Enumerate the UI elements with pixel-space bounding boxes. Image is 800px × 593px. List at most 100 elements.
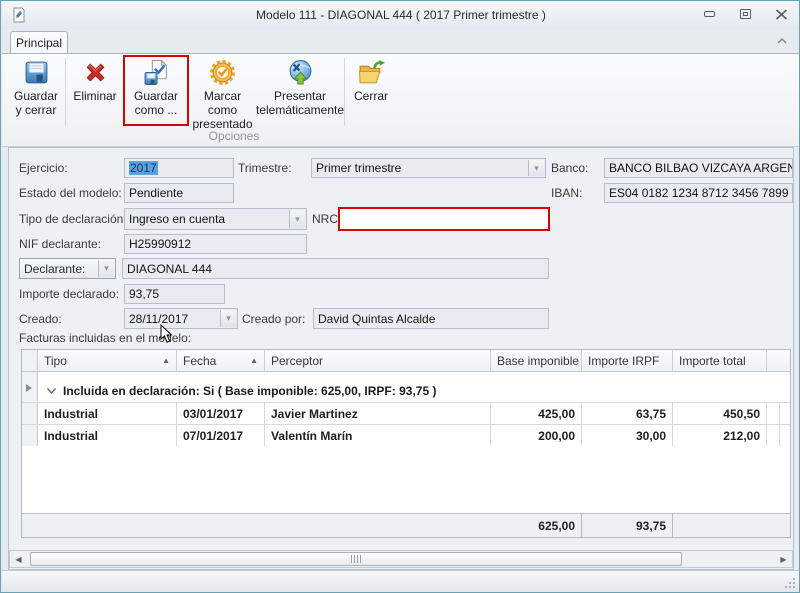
ejercicio-field[interactable]: 2017: [124, 158, 234, 178]
declarante-dropdown-button[interactable]: Declarante: ▾: [19, 258, 116, 279]
column-header-tipo[interactable]: Tipo ▲: [38, 350, 177, 371]
sort-ascending-icon: ▲: [158, 356, 170, 365]
cell-base-imponible: 425,00: [491, 403, 582, 424]
resize-grip-icon[interactable]: [783, 576, 796, 589]
presentar-telematicamente-button[interactable]: Presentar telemáticamente: [258, 56, 342, 126]
minimize-button[interactable]: [698, 5, 720, 23]
sort-ascending-icon: ▲: [246, 356, 258, 365]
column-header-importe-irpf[interactable]: Importe IRPF: [582, 350, 673, 371]
cell-importe-irpf: 30,00: [582, 425, 673, 446]
minimize-icon: [704, 11, 715, 17]
total-base-imponible: 625,00: [491, 514, 582, 537]
button-label: Cerrar: [354, 89, 388, 103]
importe-declarado-field[interactable]: 93,75: [124, 284, 225, 304]
invoice-row[interactable]: Industrial 07/01/2017 Valentín Marín 200…: [22, 424, 790, 446]
chevron-down-icon[interactable]: ▾: [98, 260, 114, 277]
column-label: Tipo: [44, 354, 67, 368]
delete-icon: [82, 59, 109, 89]
invoice-row[interactable]: Industrial 03/01/2017 Javier Martinez 42…: [22, 402, 790, 424]
cell-tipo: Industrial: [38, 403, 177, 424]
button-label: telemáticamente: [256, 103, 344, 117]
tab-principal[interactable]: Principal: [10, 31, 68, 53]
cell-fecha: 07/01/2017: [177, 425, 265, 446]
column-header-filler: [767, 350, 790, 371]
invoices-grid: Tipo ▲ Fecha ▲ Perceptor Base imponible …: [21, 349, 791, 538]
row-indicator: [22, 403, 38, 424]
scroll-right-icon[interactable]: ▶: [775, 551, 792, 567]
trimestre-label: Trimestre:: [238, 158, 292, 178]
mouse-cursor: [160, 324, 173, 344]
tipo-declaracion-combobox[interactable]: Ingreso en cuenta ▾: [124, 208, 307, 230]
chevron-down-icon[interactable]: ▾: [289, 210, 305, 228]
restore-button[interactable]: [734, 5, 756, 23]
button-label: Guardar: [134, 89, 178, 103]
scrollbar-track[interactable]: [27, 551, 775, 567]
estado-field[interactable]: Pendiente: [124, 183, 234, 203]
nif-declarante-field[interactable]: H25990912: [124, 234, 307, 254]
total-importe-irpf: 93,75: [582, 514, 673, 537]
grid-empty-area: [22, 446, 790, 513]
selected-text: 2017: [129, 161, 158, 175]
ribbon-separator: [344, 58, 345, 126]
estado-label: Estado del modelo:: [19, 183, 122, 203]
chevron-down-icon[interactable]: ▾: [528, 160, 544, 176]
cell-base-imponible: 200,00: [491, 425, 582, 446]
scrollbar-thumb[interactable]: [30, 552, 682, 566]
ribbon-tab-row: Principal: [2, 29, 800, 53]
column-header-perceptor[interactable]: Perceptor: [265, 350, 491, 371]
cerrar-button[interactable]: Cerrar: [347, 56, 395, 126]
nrc-input[interactable]: [338, 207, 550, 231]
guardar-y-cerrar-button[interactable]: Guardar y cerrar: [7, 56, 65, 126]
iban-label: IBAN:: [551, 183, 582, 203]
column-header-fecha[interactable]: Fecha ▲: [177, 350, 265, 371]
scroll-left-icon[interactable]: ◀: [10, 551, 27, 567]
group-row[interactable]: Incluida en declaración: Si ( Base impon…: [22, 372, 790, 402]
banco-label: Banco:: [551, 158, 588, 178]
button-label: Marcar como: [189, 89, 256, 117]
column-header-base-imponible[interactable]: Base imponible: [491, 350, 582, 371]
column-header-importe-total[interactable]: Importe total: [673, 350, 767, 371]
window-title: Modelo 111 - DIAGONAL 444 ( 2017 Primer …: [2, 8, 800, 22]
button-label: Eliminar: [73, 89, 116, 103]
creado-por-field[interactable]: David Quintas Alcalde: [313, 308, 549, 329]
creado-date-picker[interactable]: 28/11/2017 ▾: [124, 308, 238, 329]
nrc-label: NRC:: [312, 208, 341, 230]
row-indicator-header: [22, 350, 38, 371]
nif-declarante-label: NIF declarante:: [19, 234, 101, 254]
trimestre-combobox[interactable]: Primer trimestre ▾: [311, 158, 546, 178]
button-label: Declarante:: [24, 262, 85, 276]
marcar-como-presentado-button[interactable]: Marcar como presentado: [189, 56, 256, 126]
guardar-como-button[interactable]: Guardar como ...: [126, 56, 186, 126]
combo-value: Primer trimestre: [316, 161, 401, 175]
save-icon: [23, 59, 50, 89]
modelo-111-window: Modelo 111 - DIAGONAL 444 ( 2017 Primer …: [0, 0, 800, 593]
cell-tipo: Industrial: [38, 425, 177, 446]
importe-declarado-label: Importe declarado:: [19, 284, 119, 304]
close-button[interactable]: [770, 5, 792, 23]
button-label: Presentar: [274, 89, 326, 103]
eliminar-button[interactable]: Eliminar: [68, 56, 122, 126]
banco-field[interactable]: BANCO BILBAO VIZCAYA ARGENTARIA: [604, 158, 793, 178]
cell-importe-total: 212,00: [673, 425, 767, 446]
declarante-field[interactable]: DIAGONAL 444: [122, 258, 549, 279]
combo-value: Ingreso en cuenta: [129, 212, 225, 226]
chevron-down-icon[interactable]: ▾: [220, 310, 236, 327]
ribbon-group-caption: Opciones: [124, 129, 344, 143]
collapse-chevron-icon[interactable]: [46, 387, 57, 395]
restore-icon: [740, 9, 751, 19]
invoices-grid-header: Tipo ▲ Fecha ▲ Perceptor Base imponible …: [22, 350, 790, 372]
horizontal-scrollbar[interactable]: ◀ ▶: [9, 550, 793, 568]
iban-field[interactable]: ES04 0182 1234 8712 3456 7899: [604, 183, 793, 203]
save-as-icon: [143, 59, 170, 89]
ribbon-collapse-icon[interactable]: [776, 35, 790, 47]
titlebar[interactable]: Modelo 111 - DIAGONAL 444 ( 2017 Primer …: [2, 1, 800, 29]
group-row-text: Incluida en declaración: Si ( Base impon…: [63, 384, 436, 398]
seal-check-icon: [209, 59, 236, 89]
cell-importe-total: 450,50: [673, 403, 767, 424]
button-label: Guardar: [14, 89, 58, 103]
close-folder-icon: [358, 59, 385, 89]
cell-importe-irpf: 63,75: [582, 403, 673, 424]
column-label: Fecha: [183, 354, 216, 368]
globe-upload-icon: [287, 59, 314, 89]
current-row-arrow-icon: [26, 384, 32, 392]
